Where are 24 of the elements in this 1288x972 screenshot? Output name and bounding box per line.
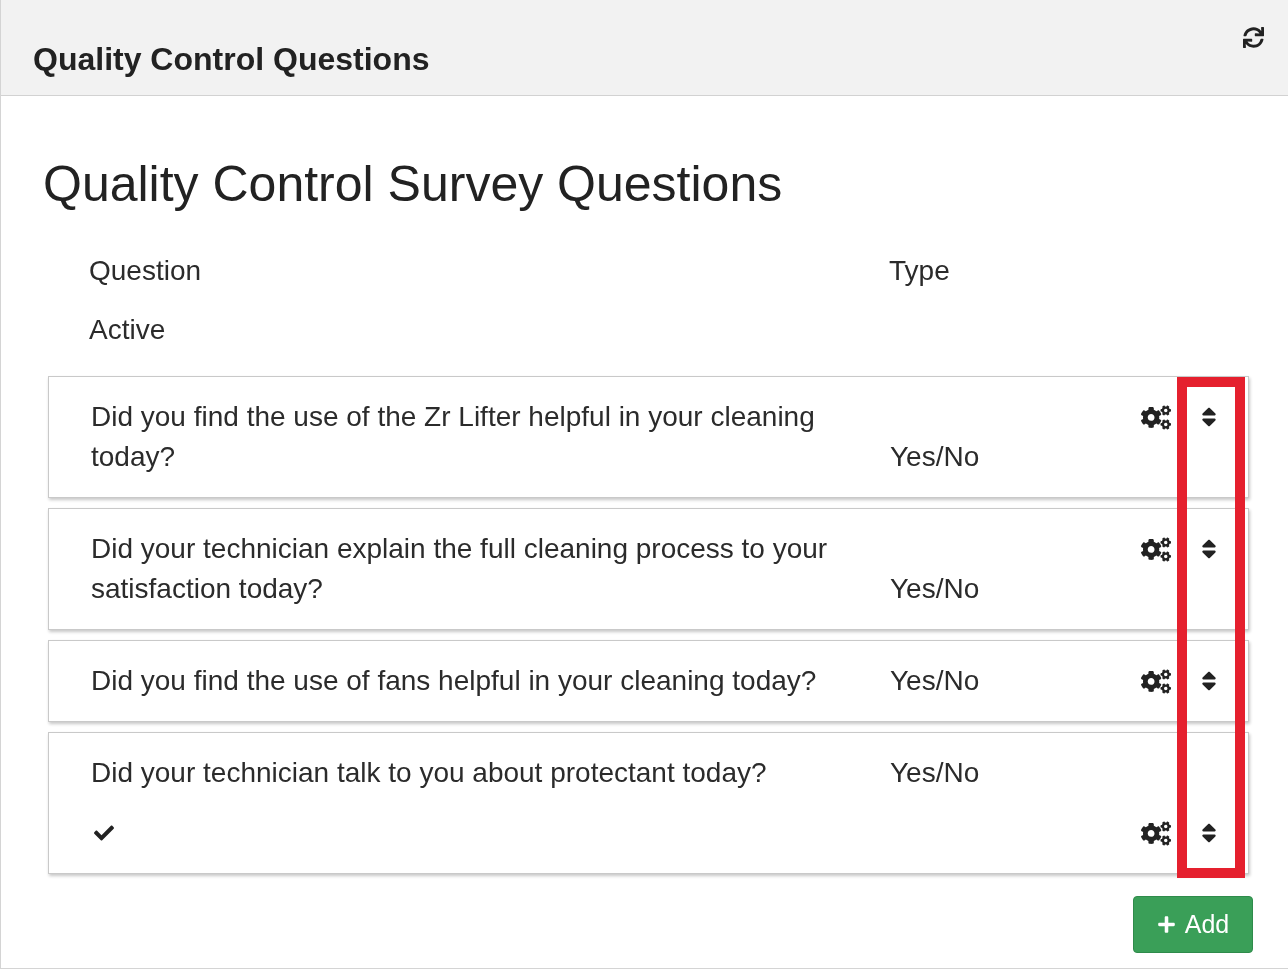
settings-icon[interactable] — [1141, 819, 1171, 847]
sort-icon[interactable] — [1201, 405, 1217, 429]
question-type: Yes/No — [890, 572, 980, 606]
settings-icon[interactable] — [1141, 667, 1171, 695]
question-text: Did you find the use of fans helpful in your cleaning today? — [91, 664, 818, 698]
question-text: Did your technician explain the full cleaning process to your satisfaction today? — [91, 532, 829, 606]
settings-icon[interactable] — [1141, 403, 1171, 431]
column-header: Active — [89, 313, 166, 347]
plus-icon — [1156, 915, 1176, 934]
panel-title: Quality Control Questions — [33, 40, 430, 79]
column-header: Type — [889, 254, 950, 288]
column-header: Question — [89, 254, 203, 288]
question-type: Yes/No — [890, 664, 980, 698]
question-type: Yes/No — [890, 756, 980, 790]
question-text: Did you find the use of the Zr Lifter helpful in your cleaning today? — [91, 400, 816, 474]
refresh-icon[interactable] — [1243, 27, 1264, 48]
settings-icon[interactable] — [1141, 535, 1171, 563]
sort-icon[interactable] — [1201, 821, 1217, 845]
add-button[interactable]: Add — [1133, 896, 1253, 953]
question-text: Did your technician talk to you about protectant today? — [91, 756, 768, 790]
question-type: Yes/No — [890, 440, 980, 474]
page-heading: Quality Control Survey Questions — [43, 155, 783, 214]
sort-icon[interactable] — [1201, 537, 1217, 561]
sort-icon[interactable] — [1201, 669, 1217, 693]
